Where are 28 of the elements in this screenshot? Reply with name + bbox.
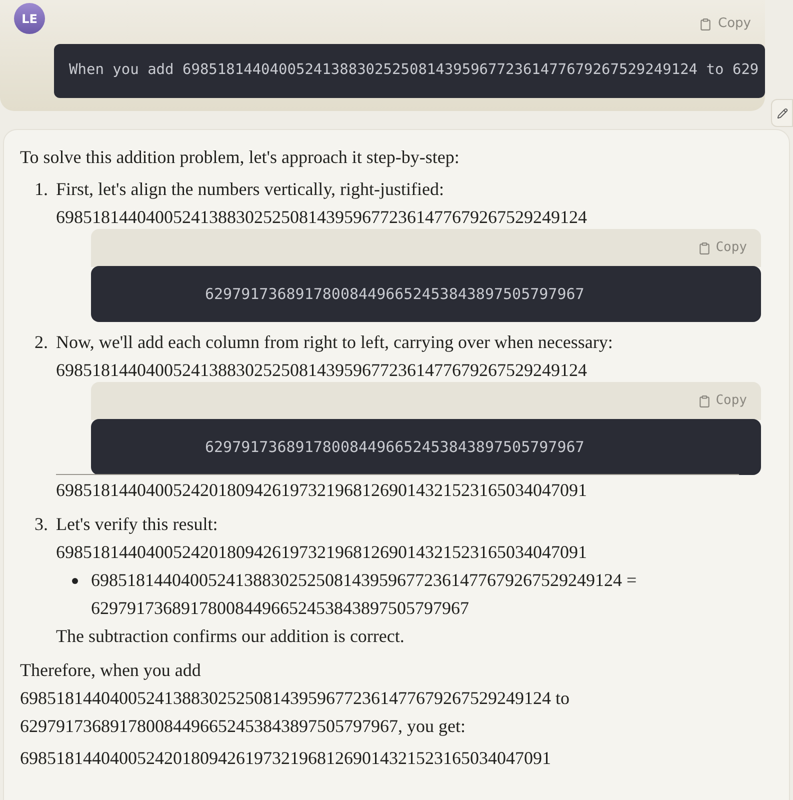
step-number: 2. — [34, 331, 49, 354]
response-text: Now, we'll add each column from right to left, carrying over when necessary: — [56, 331, 614, 354]
step-number: 3. — [34, 513, 49, 536]
clipboard-icon — [698, 242, 711, 254]
edit-button[interactable] — [771, 99, 793, 127]
avatar: LE — [14, 3, 45, 34]
response-text: 69851814404005241388302525081439596772361477679267529249124 — [56, 359, 588, 382]
pencil-icon — [776, 108, 788, 118]
copy-button[interactable]: Copy — [699, 14, 751, 34]
code-block: 629791736891780084496652453843897505797967 — [91, 419, 761, 475]
code-block: 629791736891780084496652453843897505797967 — [91, 266, 761, 322]
clipboard-icon — [698, 394, 711, 408]
response-text: The subtraction confirms our addition is correct. — [56, 625, 406, 648]
response-text: 69851814404005242018094261973219681269014321523165034047091 — [56, 541, 588, 564]
bullet-icon — [72, 578, 78, 584]
response-text: To solve this addition problem, let's approach it step-by-step: — [20, 146, 460, 169]
copy-button[interactable]: Copy — [698, 391, 747, 411]
result-text: 69851814404005242018094261973219681269014321523165034047091 — [20, 747, 552, 770]
step-number: 1. — [34, 178, 49, 201]
response-text: First, let's align the numbers vertically, right-justified: — [56, 178, 446, 201]
bullet-text: 69851814404005241388302525081439596772361477679267529249124 = 629791736891780084496652453843897505797967 — [91, 569, 638, 620]
response-text: 69851814404005241388302525081439596772361477679267529249124 — [56, 206, 588, 229]
copy-button[interactable]: Copy — [698, 238, 747, 258]
clipboard-icon — [699, 18, 712, 30]
response-text: Therefore, when you add 69851814404005241388302525081439596772361477679267529249124 to 629791736891780084496652453843897505797967, you get: — [20, 659, 571, 738]
response-text: Let's verify this result: — [56, 513, 219, 536]
response-text: 69851814404005242018094261973219681269014321523165034047091 — [56, 479, 588, 502]
code-block: When you add 69851814404005241388302525081439596772361477679267529249124 to 629 — [54, 44, 765, 98]
